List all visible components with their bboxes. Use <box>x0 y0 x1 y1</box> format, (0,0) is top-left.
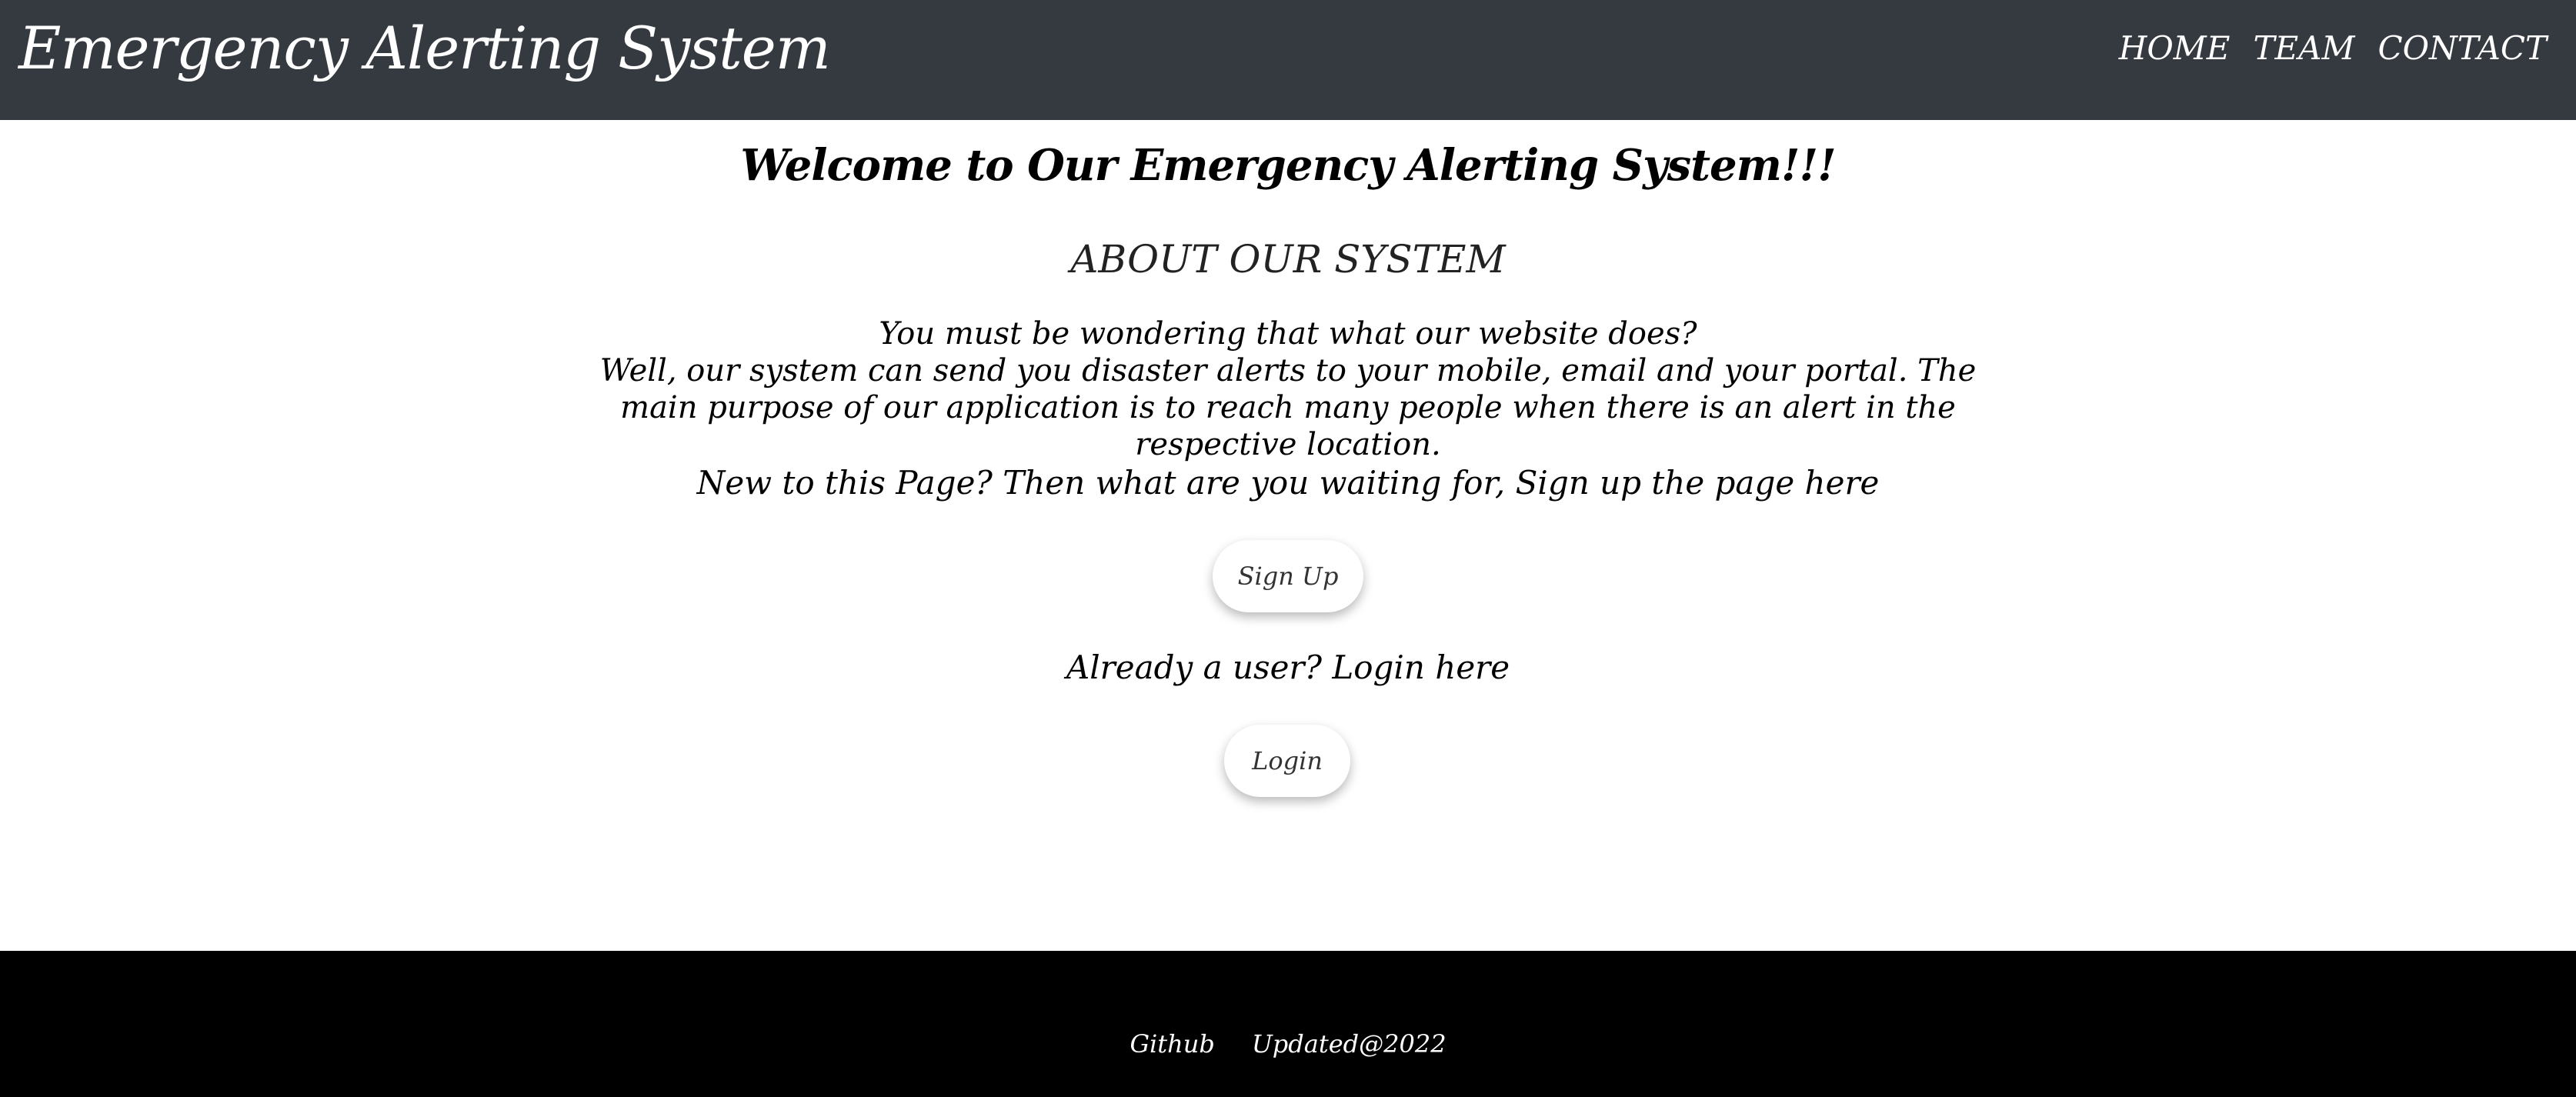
about-description: You must be wondering that what our webs… <box>569 315 2007 463</box>
welcome-heading: Welcome to Our Emergency Alerting System… <box>740 140 1836 191</box>
footer-updated-link[interactable]: Updated@2022 <box>1252 1029 1446 1059</box>
main-content: Welcome to Our Emergency Alerting System… <box>0 120 2576 951</box>
nav-links: HOME TEAM CONTACT <box>2119 29 2547 67</box>
about-heading: ABOUT OUR SYSTEM <box>1070 237 1506 282</box>
footer-links: Github Updated@2022 <box>0 1029 2576 1059</box>
login-button[interactable]: Login <box>1224 725 1350 797</box>
footer-github-link[interactable]: Github <box>1130 1029 1214 1059</box>
signup-prompt: New to this Page? Then what are you wait… <box>696 464 1880 502</box>
page-footer: Github Updated@2022 <box>0 951 2576 1097</box>
nav-contact-link[interactable]: CONTACT <box>2377 29 2547 67</box>
nav-team-link[interactable]: TEAM <box>2253 29 2354 67</box>
about-question: You must be wondering that what our webs… <box>879 316 1697 352</box>
nav-home-link[interactable]: HOME <box>2119 29 2231 67</box>
top-navbar: Emergency Alerting System HOME TEAM CONT… <box>0 0 2576 120</box>
login-prompt: Already a user? Login here <box>1066 649 1510 686</box>
signup-button[interactable]: Sign Up <box>1213 540 1363 612</box>
about-answer: Well, our system can send you disaster a… <box>599 353 1977 462</box>
brand-title[interactable]: Emergency Alerting System <box>18 14 831 82</box>
